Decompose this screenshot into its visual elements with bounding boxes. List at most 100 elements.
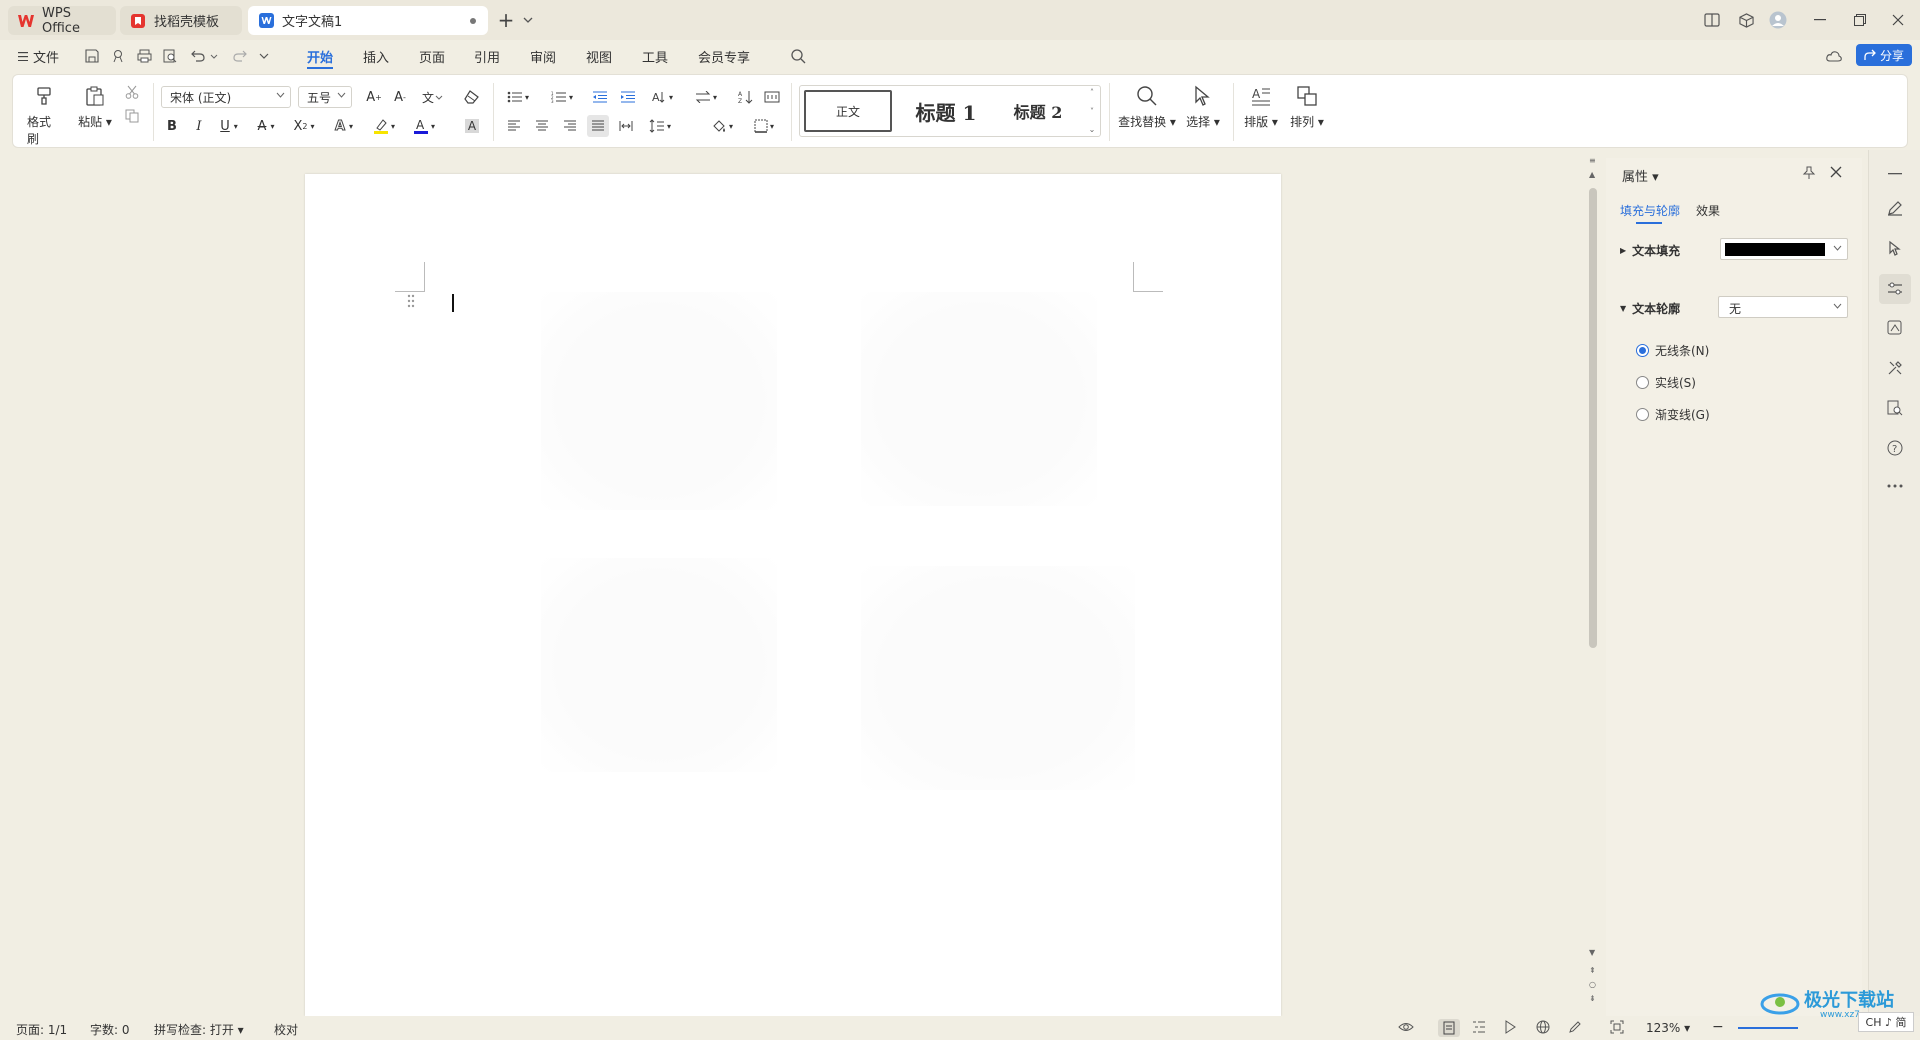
drag-handle-icon[interactable] — [407, 294, 415, 308]
style-heading-1[interactable]: 标题 1 — [900, 90, 992, 132]
line-spacing-icon[interactable]: ▾ — [645, 115, 675, 137]
image-edit-icon[interactable] — [1883, 316, 1907, 340]
eye-protection-icon[interactable] — [1398, 1020, 1414, 1034]
file-menu[interactable]: 文件 — [18, 47, 59, 66]
prev-page-icon[interactable]: ⇞ — [1589, 966, 1596, 975]
radio-solid-line[interactable]: 实线(S) — [1636, 374, 1696, 391]
align-left-icon[interactable] — [503, 115, 525, 137]
format-painter-button[interactable]: 格式刷 — [27, 85, 61, 147]
export-icon[interactable] — [110, 48, 126, 64]
proofread-button[interactable]: 校对 — [274, 1021, 298, 1038]
decrease-indent-icon[interactable] — [589, 86, 611, 108]
browse-object-icon[interactable]: ○ — [1589, 980, 1596, 989]
page-view-icon[interactable] — [1438, 1019, 1460, 1037]
search-icon[interactable] — [790, 48, 806, 64]
tab-insert[interactable]: 插入 — [363, 47, 389, 66]
share-button[interactable]: 分享 — [1856, 44, 1912, 66]
strikethrough-icon[interactable]: A ▾ — [251, 115, 281, 137]
panel-title[interactable]: 属性 ▾ — [1622, 166, 1659, 185]
numbered-list-icon[interactable]: 1 2 3 ▾ — [547, 86, 577, 108]
font-size-select[interactable]: 五号 — [298, 86, 352, 108]
reading-mode-icon[interactable] — [1702, 10, 1722, 30]
undo-icon[interactable] — [190, 48, 206, 64]
text-effect-icon[interactable]: A ▾ — [329, 115, 359, 137]
vertical-scrollbar[interactable]: ≡ ▲ ▼ ⇞ ○ ⇟ — [1584, 154, 1602, 1016]
word-count[interactable]: 字数: 0 — [90, 1021, 130, 1038]
properties-icon[interactable] — [1879, 274, 1911, 304]
chevron-down-icon[interactable] — [518, 10, 538, 30]
document-page[interactable] — [305, 174, 1281, 1016]
page-indicator[interactable]: 页面: 1/1 — [16, 1021, 67, 1038]
cube-icon[interactable] — [1736, 10, 1756, 30]
help-icon[interactable]: ? — [1883, 436, 1907, 460]
scroll-thumb[interactable] — [1589, 188, 1597, 648]
tab-effects[interactable]: 效果 — [1696, 202, 1720, 219]
new-tab-icon[interactable]: + — [496, 8, 516, 32]
write-icon[interactable] — [1568, 1020, 1582, 1034]
radio-gradient-line[interactable]: 渐变线(G) — [1636, 406, 1710, 423]
panel-close-icon[interactable] — [1830, 166, 1842, 178]
font-color-icon[interactable]: A ▾ — [409, 115, 439, 137]
play-icon[interactable] — [1504, 1020, 1516, 1034]
undo-dropdown-icon[interactable] — [206, 48, 222, 64]
copy-icon[interactable] — [121, 105, 143, 127]
tab-review[interactable]: 审阅 — [530, 47, 556, 66]
close-icon[interactable] — [1888, 10, 1908, 30]
underline-icon[interactable]: U ▾ — [214, 115, 244, 137]
redo-icon[interactable] — [232, 48, 248, 64]
review-icon[interactable] — [1883, 396, 1907, 420]
tools-icon[interactable] — [1883, 356, 1907, 380]
shading-icon[interactable]: ▾ — [707, 115, 737, 137]
font-name-select[interactable]: 宋体 (正文) — [161, 86, 291, 108]
show-marks-icon[interactable] — [761, 86, 783, 108]
tab-references[interactable]: 引用 — [474, 47, 500, 66]
bold-icon[interactable]: B — [161, 115, 183, 137]
text-fill-color-picker[interactable] — [1720, 238, 1848, 260]
align-right-icon[interactable] — [559, 115, 581, 137]
zoom-out-icon[interactable]: − — [1712, 1020, 1724, 1034]
tab-view[interactable]: 视图 — [586, 47, 612, 66]
tab-page[interactable]: 页面 — [419, 47, 445, 66]
picture-girl-4[interactable] — [861, 566, 1135, 790]
picture-girl-2[interactable] — [861, 292, 1097, 506]
justify-icon[interactable] — [587, 115, 609, 137]
style-normal[interactable]: 正文 — [804, 90, 892, 132]
char-shading-icon[interactable]: A — [461, 115, 483, 137]
spell-check[interactable]: 拼写检查: 打开 ▾ — [154, 1021, 244, 1038]
restore-icon[interactable] — [1850, 10, 1870, 30]
paste-button[interactable]: 粘贴 ▾ — [77, 85, 113, 130]
radio-no-line[interactable]: 无线条(N) — [1636, 342, 1709, 359]
tab-wps-office[interactable]: WPS Office — [8, 6, 116, 36]
print-icon[interactable] — [136, 48, 152, 64]
tab-fill-outline[interactable]: 填充与轮廓 — [1620, 202, 1680, 219]
text-outline-header[interactable]: ▼ 文本轮廓 — [1620, 300, 1680, 317]
select-cursor-icon[interactable] — [1883, 236, 1907, 260]
scroll-split-icon[interactable]: ≡ — [1589, 156, 1596, 165]
style-heading-2[interactable]: 标题 2 — [996, 90, 1080, 132]
select-button[interactable]: 选择 ▾ — [1183, 85, 1223, 130]
distribute-icon[interactable] — [615, 115, 637, 137]
print-preview-icon[interactable] — [162, 48, 178, 64]
next-page-icon[interactable]: ⇟ — [1589, 994, 1596, 1003]
bullet-list-icon[interactable]: ▾ — [503, 86, 533, 108]
pin-icon[interactable] — [1802, 166, 1816, 180]
gallery-scroll[interactable]: ˄ ˅ ⌄ — [1086, 88, 1098, 134]
outline-view-icon[interactable] — [1472, 1020, 1486, 1034]
more-icon[interactable] — [1883, 474, 1907, 498]
tab-tools[interactable]: 工具 — [642, 47, 668, 66]
unsaved-dot-icon[interactable] — [470, 18, 476, 24]
cut-icon[interactable] — [121, 81, 143, 103]
text-outline-select[interactable]: 无 — [1718, 296, 1848, 318]
minimize-icon[interactable] — [1810, 10, 1830, 30]
scroll-up-icon[interactable]: ▲ — [1589, 170, 1595, 179]
text-fill-header[interactable]: ▶ 文本填充 — [1620, 242, 1680, 259]
increase-indent-icon[interactable] — [617, 86, 639, 108]
sort-icon[interactable]: AZ — [735, 86, 757, 108]
find-replace-button[interactable]: 查找替换 ▾ — [1117, 85, 1177, 130]
arrange-button[interactable]: 排列 ▾ — [1287, 85, 1327, 130]
picture-girl-3[interactable] — [541, 558, 777, 772]
avatar[interactable] — [1768, 10, 1788, 30]
align-center-icon[interactable] — [531, 115, 553, 137]
shrink-font-icon[interactable]: A- — [389, 86, 411, 108]
swap-icon[interactable]: ▾ — [691, 86, 721, 108]
